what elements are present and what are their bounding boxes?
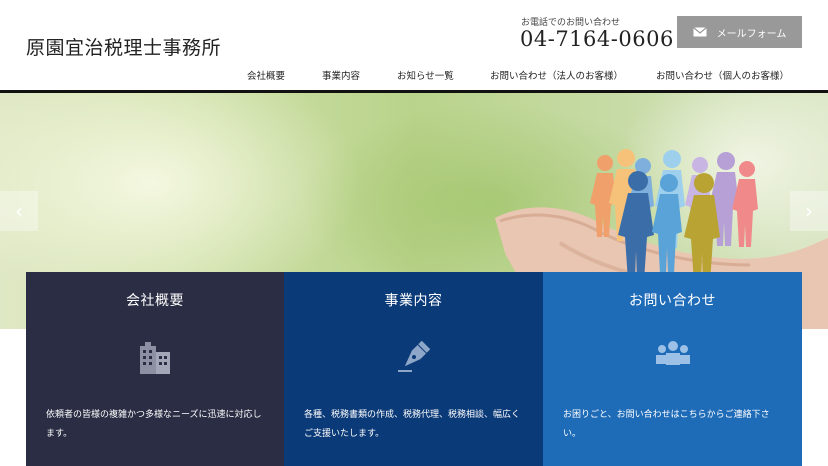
nav-item-news[interactable]: お知らせ一覧 (397, 68, 454, 82)
card-title: お問い合わせ (629, 293, 716, 309)
card-title: 会社概要 (126, 293, 184, 309)
pen-nib-icon (396, 340, 432, 378)
global-nav: 会社概要 事業内容 お知らせ一覧 お問い合わせ（法人のお客様） お問い合わせ（個… (0, 68, 828, 82)
card-services[interactable]: 事業内容 各種、税務書類の作成、税務代理、税務相談、幅広くご支援いたします。 (284, 272, 543, 466)
site-title[interactable]: 原園宜治税理士事務所 (26, 33, 221, 60)
mail-form-button[interactable]: メールフォーム (677, 16, 802, 48)
slider-next-button[interactable]: › (790, 191, 828, 231)
nav-item-services[interactable]: 事業内容 (322, 68, 360, 82)
nav-item-contact-individual[interactable]: お問い合わせ（個人のお客様） (656, 68, 789, 82)
tel-number[interactable]: 04-7164-0606 (520, 27, 674, 51)
slider-prev-button[interactable]: ‹ (0, 191, 38, 231)
nav-item-contact-corporate[interactable]: お問い合わせ（法人のお客様） (490, 68, 623, 82)
mail-form-label: メールフォーム (716, 28, 787, 40)
card-company[interactable]: 会社概要 依頼者の皆様の複雑かつ多様なニーズに迅速に対応します。 (26, 272, 284, 466)
site-header: 原園宜治税理士事務所 お電話でのお問い合わせ 04-7164-0606 メールフ… (0, 0, 828, 90)
chevron-right-icon: › (805, 199, 813, 223)
chevron-left-icon: ‹ (15, 199, 23, 223)
nav-item-company[interactable]: 会社概要 (247, 68, 285, 82)
card-description: お困りごと、お問い合わせはこちらからご連絡下さい。 (563, 410, 770, 439)
card-description: 依頼者の皆様の複雑かつ多様なニーズに迅速に対応します。 (46, 410, 262, 439)
building-icon (137, 340, 173, 378)
card-description: 各種、税務書類の作成、税務代理、税務相談、幅広くご支援いたします。 (304, 410, 521, 439)
envelope-icon (692, 27, 707, 37)
card-title: 事業内容 (384, 293, 443, 309)
people-group-icon (653, 340, 693, 374)
feature-cards: 会社概要 依頼者の皆様の複雑かつ多様なニーズに迅速に対応します。 事業内容 各種… (26, 272, 802, 466)
card-contact[interactable]: お問い合わせ お困りごと、お問い合わせはこちらからご連絡下さい。 (543, 272, 802, 466)
